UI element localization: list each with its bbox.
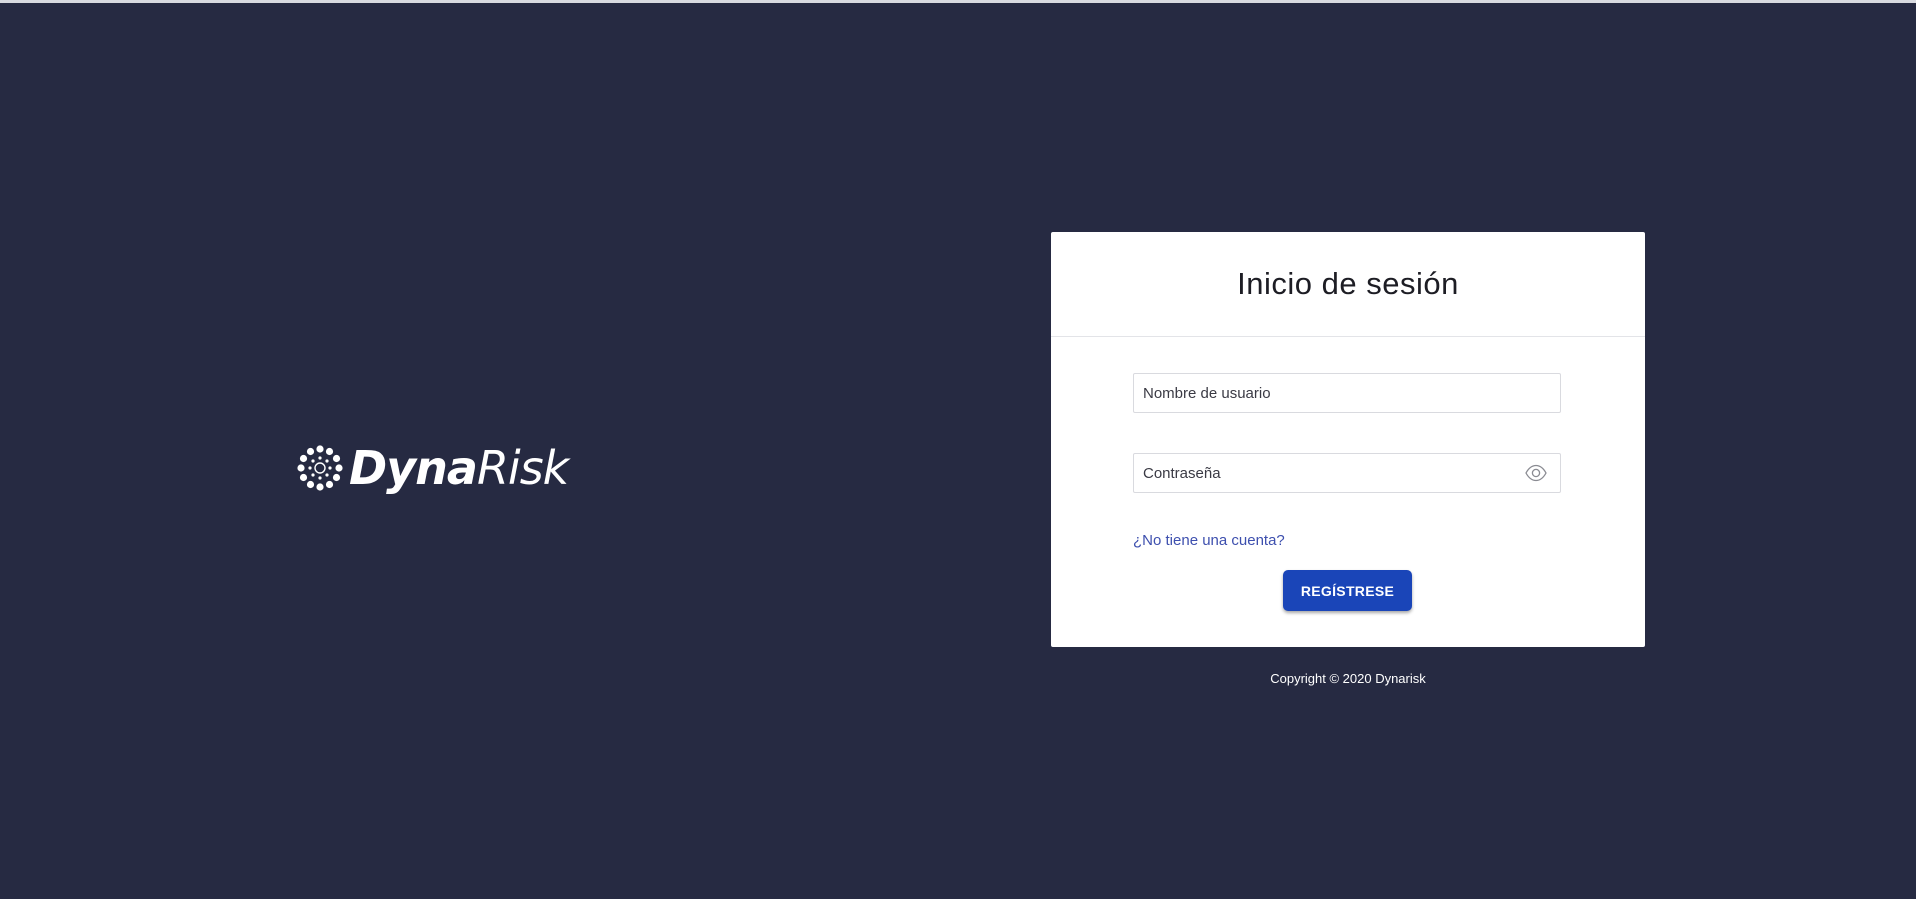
register-button[interactable]: REGÍSTRESE <box>1283 570 1412 611</box>
signup-link[interactable]: ¿No tiene una cuenta? <box>1133 532 1285 549</box>
brand-name-light: Risk <box>476 441 569 495</box>
password-field <box>1133 453 1561 493</box>
password-input[interactable] <box>1134 454 1524 492</box>
dotted-circle-logo-icon <box>297 445 343 491</box>
login-card: Inicio de sesión ¿No tiene una cuenta? R… <box>1051 232 1645 647</box>
login-card-header: Inicio de sesión <box>1051 232 1645 337</box>
page-title: Inicio de sesión <box>1237 266 1459 301</box>
username-field <box>1133 373 1561 413</box>
brand-wordmark: DynaRisk <box>349 445 569 491</box>
username-input[interactable] <box>1134 374 1560 412</box>
eye-icon[interactable] <box>1524 461 1548 485</box>
brand-name-bold: Dyna <box>349 441 478 495</box>
copyright-text: Copyright © 2020 Dynarisk <box>1270 671 1426 686</box>
dynarisk-logo: DynaRisk <box>297 440 569 496</box>
